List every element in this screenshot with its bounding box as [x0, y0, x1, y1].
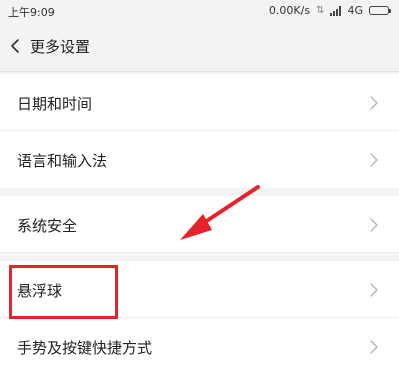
settings-item-label: 悬浮球	[17, 282, 63, 300]
status-time: 上午9:09	[8, 6, 55, 19]
settings-item-label: 手势及按键快捷方式	[17, 339, 153, 357]
status-right-cluster: 0.00K/s ⇅ 4G	[268, 4, 391, 17]
settings-item-system-security[interactable]: 系统安全	[0, 196, 399, 253]
chevron-right-icon	[369, 217, 379, 233]
section-gap	[0, 188, 399, 196]
settings-item-label: 系统安全	[17, 217, 78, 235]
settings-item-floating-ball[interactable]: 悬浮球	[0, 261, 399, 318]
settings-item-date-time[interactable]: 日期和时间	[0, 74, 399, 131]
settings-item-language-input[interactable]: 语言和输入法	[0, 131, 399, 188]
chevron-left-icon	[4, 34, 28, 58]
network-speed: 0.00K/s	[268, 4, 311, 17]
settings-item-gesture-shortcuts[interactable]: 手势及按键快捷方式	[0, 318, 399, 375]
chevron-right-icon	[369, 339, 379, 355]
signal-icon	[330, 5, 342, 16]
battery-icon	[369, 6, 391, 15]
status-bar: 上午9:09 0.00K/s ⇅ 4G	[0, 0, 399, 22]
page-title: 更多设置	[30, 38, 91, 56]
chevron-right-icon	[369, 95, 379, 111]
network-type: 4G	[347, 4, 363, 17]
back-button[interactable]	[4, 34, 28, 58]
settings-group-1: 日期和时间 语言和输入法	[0, 74, 399, 188]
chevron-right-icon	[369, 282, 379, 298]
data-arrows-icon: ⇅	[316, 5, 325, 16]
section-gap	[0, 253, 399, 261]
settings-item-label: 语言和输入法	[17, 152, 108, 170]
chevron-right-icon	[369, 152, 379, 168]
app-bar: 更多设置	[0, 22, 399, 72]
settings-item-label: 日期和时间	[17, 95, 93, 113]
settings-group-2: 系统安全 悬浮球 手势及按键快捷方式	[0, 196, 399, 375]
